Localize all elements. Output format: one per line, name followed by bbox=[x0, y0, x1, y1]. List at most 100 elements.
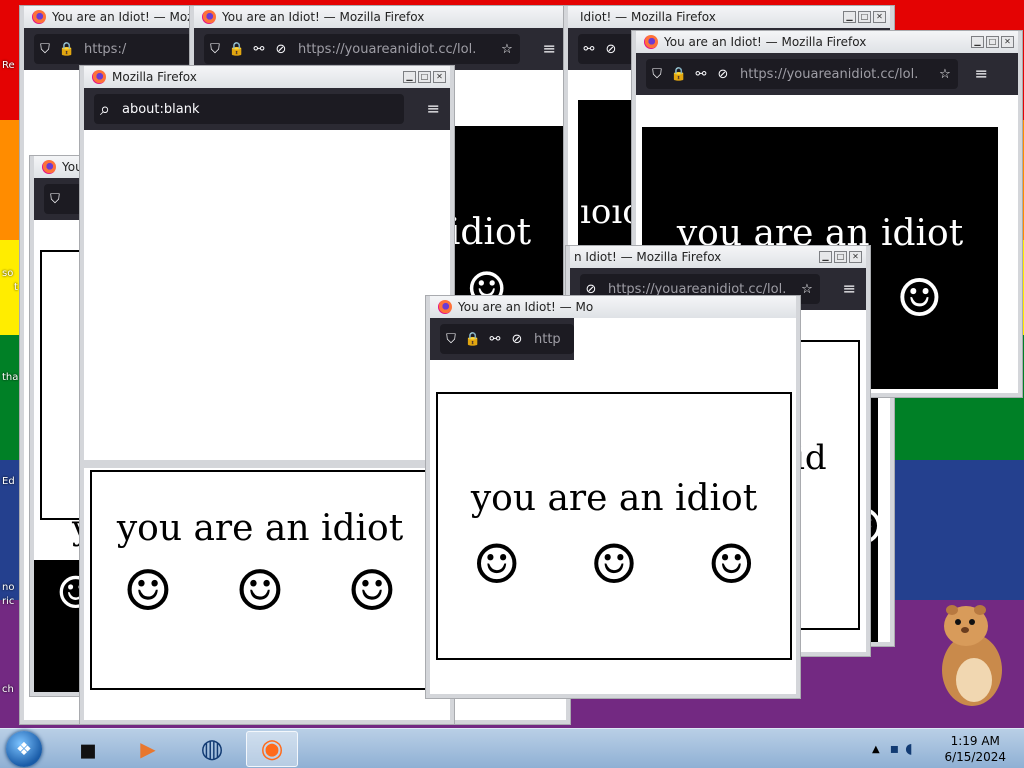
menu-icon[interactable]: ≡ bbox=[543, 41, 556, 57]
tracking-icon[interactable]: ⊘ bbox=[580, 282, 602, 297]
title-bar[interactable]: n Idiot! — Mozilla Firefox ▁ □ ✕ bbox=[570, 246, 866, 268]
title-bar[interactable]: You are an Idiot! — Mo bbox=[430, 296, 796, 318]
nav-bar: ⛉ 🔒 https:/ bbox=[24, 28, 206, 70]
permissions-icon[interactable]: ⚯ bbox=[484, 332, 506, 347]
shield-icon[interactable]: ⛉ bbox=[646, 67, 668, 82]
desktop-label[interactable]: Re bbox=[2, 60, 15, 71]
firefox-taskbar-button[interactable]: ◉ bbox=[246, 731, 298, 767]
title-bar[interactable]: You are an Idiot! — Mozilla Firefox bbox=[194, 6, 566, 28]
desktop-label[interactable]: ch bbox=[2, 684, 14, 695]
url-text[interactable]: https://youareanidiot.cc/lol. bbox=[298, 42, 494, 57]
firefox-window[interactable]: You are an Idiot! — Mo ⛉ 🔒 ⚯ ⊘ http you … bbox=[426, 296, 800, 698]
page-content: you are an idiot ☺ ☺ ☺ bbox=[84, 130, 450, 720]
close-icon[interactable]: ✕ bbox=[433, 71, 446, 83]
close-icon[interactable]: ✕ bbox=[1001, 36, 1014, 48]
menu-icon[interactable]: ≡ bbox=[975, 66, 988, 82]
star-icon[interactable]: ☆ bbox=[794, 282, 820, 297]
firefox-window[interactable]: Mozilla Firefox ▁ □ ✕ ⌕ about:blank ≡ you … bbox=[80, 66, 454, 724]
url-text[interactable]: about:blank bbox=[122, 102, 404, 117]
url-text[interactable]: https://youareanidiot.cc/lol. bbox=[740, 67, 932, 82]
volume-icon[interactable]: ◖ bbox=[905, 741, 912, 757]
idiot-text: you are an idiot bbox=[116, 508, 404, 549]
shield-icon[interactable]: ⛉ bbox=[204, 42, 226, 57]
shield-icon[interactable]: ⛉ bbox=[34, 42, 56, 57]
nav-bar: ⛉ 🔒 ⚯ ⊘ http bbox=[430, 318, 574, 360]
maximize-icon[interactable]: □ bbox=[986, 36, 999, 48]
tracking-icon[interactable]: ⊘ bbox=[712, 67, 734, 82]
title-bar[interactable]: You are an Idiot! — Mozilla bbox=[24, 6, 206, 28]
url-bar[interactable]: ⛉ 🔒 ⚯ ⊘ https://youareanidiot.cc/lol. ☆ bbox=[646, 59, 958, 89]
url-text[interactable]: http bbox=[534, 332, 574, 347]
url-bar[interactable]: ⌕ about:blank bbox=[94, 94, 404, 124]
idiot-text: id bbox=[794, 438, 827, 478]
smiley-icon: ☺ bbox=[122, 559, 174, 624]
lock-icon[interactable]: 🔒 bbox=[668, 67, 690, 82]
search-icon[interactable]: ⌕ bbox=[94, 99, 116, 120]
lock-icon[interactable]: 🔒 bbox=[56, 42, 78, 57]
firefox-icon bbox=[644, 35, 658, 49]
maximize-icon[interactable]: □ bbox=[858, 11, 871, 23]
minimize-icon[interactable]: ▁ bbox=[843, 11, 856, 23]
menu-icon[interactable]: ≡ bbox=[843, 281, 856, 297]
clock-time: 1:19 AM bbox=[950, 734, 1000, 748]
firefox-icon bbox=[32, 10, 46, 24]
lock-icon[interactable]: 🔒 bbox=[462, 332, 484, 347]
url-text[interactable]: https://youareanidiot.cc/lol. bbox=[608, 282, 794, 297]
permissions-icon[interactable]: ⚯ bbox=[578, 42, 600, 57]
idiot-panel: you are an idiot ☺ ☺ ☺ bbox=[90, 470, 430, 690]
title-bar[interactable]: Mozilla Firefox ▁ □ ✕ bbox=[84, 66, 450, 88]
maximize-icon[interactable]: □ bbox=[834, 251, 847, 263]
smileys-row: ☺ ☺ ☺ bbox=[438, 538, 790, 592]
star-icon[interactable]: ☆ bbox=[494, 42, 520, 57]
media-taskbar-button[interactable]: ▶ bbox=[122, 731, 174, 767]
shield-icon[interactable]: ⛉ bbox=[44, 192, 66, 207]
smiley-icon: ☺ bbox=[472, 533, 521, 596]
firefox-icon bbox=[92, 70, 106, 84]
tracking-icon[interactable]: ⊘ bbox=[270, 42, 292, 57]
star-icon[interactable]: ☆ bbox=[932, 67, 958, 82]
divider bbox=[84, 460, 450, 468]
window-title: n Idiot! — Mozilla Firefox bbox=[574, 250, 722, 264]
network-icon[interactable]: ▪ bbox=[890, 741, 900, 757]
nav-bar: ⛉ 🔒 ⚯ ⊘ https://youareanidiot.cc/lol. ☆ … bbox=[194, 28, 566, 70]
minimize-icon[interactable]: ▁ bbox=[819, 251, 832, 263]
desktop-label[interactable]: no bbox=[2, 582, 14, 593]
nav-bar: ⌕ about:blank ≡ bbox=[84, 88, 450, 130]
window-controls: ▁ □ ✕ bbox=[403, 71, 446, 83]
url-bar[interactable]: ⛉ 🔒 https:/ bbox=[34, 34, 196, 64]
start-button[interactable]: ❖ bbox=[6, 731, 42, 767]
desktop-label[interactable]: Ed bbox=[2, 476, 15, 487]
firefox-icon bbox=[202, 10, 216, 24]
window-controls: ▁ □ ✕ bbox=[819, 251, 862, 263]
permissions-icon[interactable]: ⚯ bbox=[248, 42, 270, 57]
smiley-icon: ☺ bbox=[707, 533, 756, 596]
desktop-label[interactable]: tha bbox=[2, 372, 18, 383]
tracking-icon[interactable]: ⊘ bbox=[506, 332, 528, 347]
minimize-icon[interactable]: ▁ bbox=[971, 36, 984, 48]
terminal-taskbar-button[interactable]: ▪ bbox=[62, 731, 114, 767]
close-icon[interactable]: ✕ bbox=[873, 11, 886, 23]
title-bar[interactable]: You are an Idiot! — Mozilla Firefox ▁ □ ✕ bbox=[636, 31, 1018, 53]
window-title: Idiot! — Mozilla Firefox bbox=[580, 10, 716, 24]
title-bar[interactable]: Idiot! — Mozilla Firefox ▁ □ ✕ bbox=[568, 6, 890, 28]
url-bar[interactable]: ⛉ 🔒 ⚯ ⊘ http bbox=[440, 324, 574, 354]
clock[interactable]: 1:19 AM 6/15/2024 bbox=[944, 733, 1006, 765]
desktop-label[interactable]: t bbox=[14, 282, 18, 293]
maximize-icon[interactable]: □ bbox=[418, 71, 431, 83]
desktop-label[interactable]: ric bbox=[2, 596, 14, 607]
permissions-icon[interactable]: ⚯ bbox=[690, 67, 712, 82]
lock-icon[interactable]: 🔒 bbox=[226, 42, 248, 57]
desktop-label[interactable]: so bbox=[2, 268, 13, 279]
url-bar[interactable]: ⛉ 🔒 ⚯ ⊘ https://youareanidiot.cc/lol. ☆ bbox=[204, 34, 520, 64]
close-icon[interactable]: ✕ bbox=[849, 251, 862, 263]
menu-icon[interactable]: ≡ bbox=[427, 101, 440, 117]
window-controls: ▁ □ ✕ bbox=[971, 36, 1014, 48]
url-text[interactable]: https:/ bbox=[84, 42, 196, 57]
firefox-icon bbox=[42, 160, 56, 174]
minimize-icon[interactable]: ▁ bbox=[403, 71, 416, 83]
shield-icon[interactable]: ⛉ bbox=[440, 332, 462, 347]
globe-taskbar-button[interactable]: ◍ bbox=[186, 731, 238, 767]
tray-arrow-icon[interactable]: ▲ bbox=[872, 744, 880, 755]
tracking-icon[interactable]: ⊘ bbox=[600, 42, 622, 57]
window-controls: ▁ □ ✕ bbox=[843, 11, 886, 23]
